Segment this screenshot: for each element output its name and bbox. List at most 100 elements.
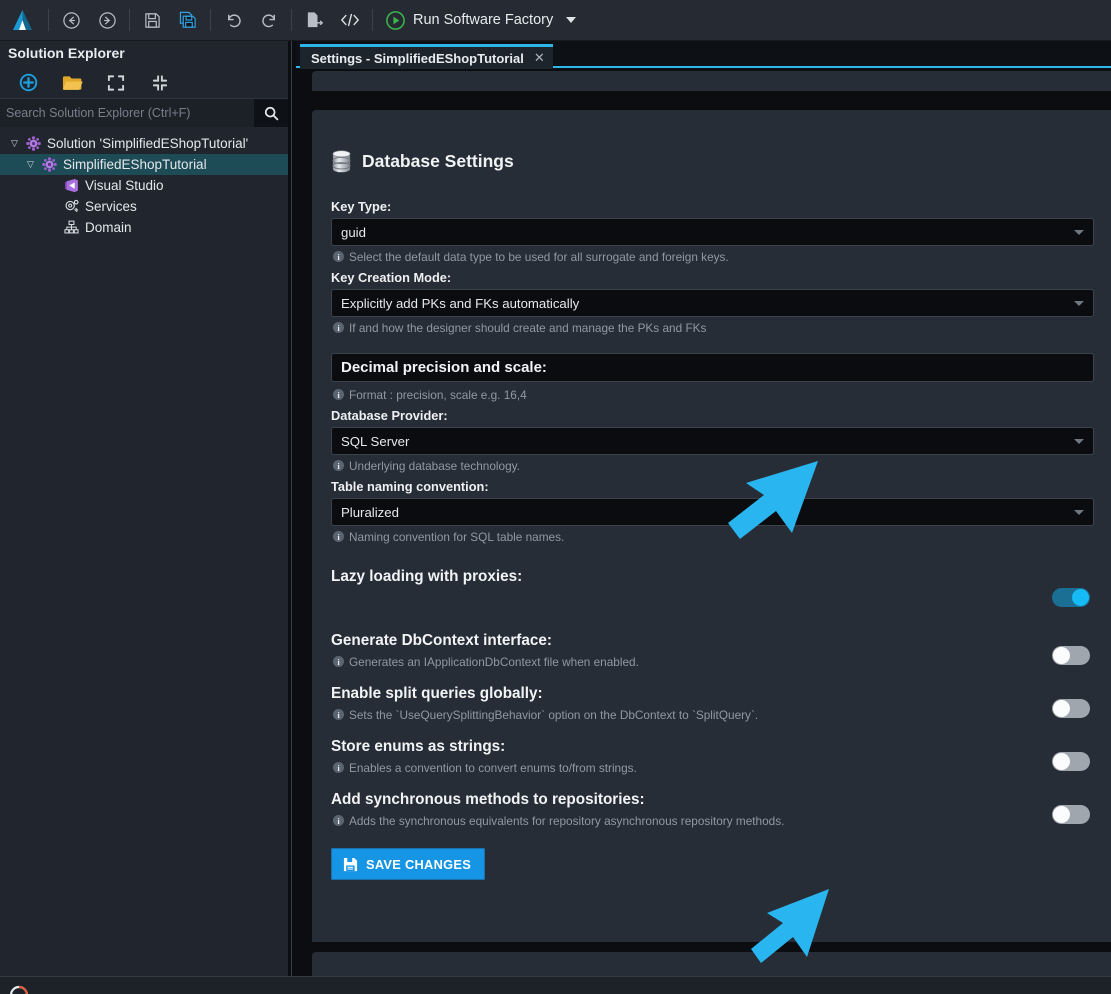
save-changes-label: SAVE CHANGES bbox=[366, 856, 472, 872]
solution-explorer-title: Solution Explorer bbox=[0, 41, 288, 67]
solution-explorer-search bbox=[0, 99, 288, 127]
open-folder-button[interactable] bbox=[50, 67, 94, 99]
switch-knob bbox=[1053, 700, 1070, 717]
key-creation-mode-select[interactable]: Explicitly add PKs and FKs automatically bbox=[331, 289, 1094, 317]
solution-explorer-toolbar bbox=[0, 67, 288, 99]
top-filler-strip bbox=[312, 71, 1111, 91]
toolbar-divider-1 bbox=[48, 9, 49, 31]
info-icon: i bbox=[333, 762, 344, 773]
key-type-select[interactable]: guid bbox=[331, 218, 1094, 246]
database-cylinder-icon bbox=[331, 150, 352, 173]
chevron-down-icon[interactable] bbox=[1074, 439, 1084, 444]
services-gear-icon bbox=[61, 199, 82, 214]
hint-text: Adds the synchronous equivalents for rep… bbox=[349, 814, 785, 828]
field-hint: i Select the default data type to be use… bbox=[333, 250, 1094, 264]
expand-all-button[interactable] bbox=[94, 67, 138, 99]
field-key-type: Key Type: guid i Select the default data… bbox=[331, 199, 1094, 264]
main-toolbar: Run Software Factory bbox=[0, 0, 1111, 41]
tab-settings[interactable]: Settings - SimplifiedEShopTutorial ✕ bbox=[300, 44, 553, 69]
field-hint: i Naming convention for SQL table names. bbox=[333, 530, 1094, 544]
field-key-creation-mode: Key Creation Mode: Explicitly add PKs an… bbox=[331, 270, 1094, 335]
code-brackets-icon[interactable] bbox=[332, 0, 368, 41]
editor-tab-bar: Settings - SimplifiedEShopTutorial ✕ bbox=[296, 41, 1111, 69]
tree-item-services[interactable]: Services bbox=[0, 196, 288, 217]
save-button[interactable] bbox=[134, 0, 170, 41]
search-icon[interactable] bbox=[254, 99, 288, 127]
info-icon: i bbox=[333, 322, 344, 333]
tree-item-project[interactable]: ▽ SimplifiedEShopTutorial bbox=[0, 154, 288, 175]
panel-splitter[interactable] bbox=[288, 41, 296, 976]
next-section-card bbox=[312, 952, 1111, 976]
database-provider-select[interactable]: SQL Server bbox=[331, 427, 1094, 455]
lazy-loading-with-proxies-switch[interactable] bbox=[1052, 588, 1090, 607]
settings-editor: Database Settings Key Type: guid i Selec… bbox=[296, 69, 1111, 976]
toolbar-divider-4 bbox=[291, 9, 292, 31]
tree-item-domain[interactable]: Domain bbox=[0, 217, 288, 238]
back-button[interactable] bbox=[53, 0, 89, 41]
save-all-button[interactable] bbox=[170, 0, 206, 41]
hint-text: Format : precision, scale e.g. 16,4 bbox=[349, 388, 527, 402]
enable-split-queries-globally-switch[interactable] bbox=[1052, 699, 1090, 718]
switch-knob bbox=[1072, 589, 1089, 606]
decimal-precision-input[interactable]: Decimal precision and scale: bbox=[331, 353, 1094, 382]
redo-button[interactable] bbox=[251, 0, 287, 41]
project-icon bbox=[39, 157, 60, 172]
tree-item-visual-studio[interactable]: Visual Studio bbox=[0, 175, 288, 196]
toolbar-divider-3 bbox=[210, 9, 211, 31]
toggle-add-synchronous-methods: Add synchronous methods to repositories:… bbox=[331, 791, 1094, 828]
app-logo-icon[interactable] bbox=[0, 8, 44, 33]
chevron-down-icon[interactable] bbox=[1074, 510, 1084, 515]
collapse-all-button[interactable] bbox=[138, 67, 182, 99]
store-enums-as-strings-switch[interactable] bbox=[1052, 752, 1090, 771]
tree-item-solution[interactable]: ▽ Solution 'SimplifiedEShopTutorial' bbox=[0, 133, 288, 154]
toggle-hint: i Generates an IApplicationDbContext fil… bbox=[333, 655, 1094, 669]
solution-explorer-panel: Solution Explorer Search Solution Explor… bbox=[0, 41, 288, 976]
undo-button[interactable] bbox=[215, 0, 251, 41]
hint-text: Underlying database technology. bbox=[349, 459, 520, 473]
search-input[interactable] bbox=[0, 99, 254, 127]
info-icon: i bbox=[333, 389, 344, 400]
tree-item-label: Visual Studio bbox=[85, 178, 164, 193]
chevron-down-icon[interactable] bbox=[1074, 301, 1084, 306]
forward-button[interactable] bbox=[89, 0, 125, 41]
add-synchronous-methods-switch[interactable] bbox=[1052, 805, 1090, 824]
table-naming-convention-select[interactable]: Pluralized bbox=[331, 498, 1094, 526]
toggle-hint: i Enables a convention to convert enums … bbox=[333, 761, 1094, 775]
run-software-factory-button[interactable]: Run Software Factory bbox=[377, 0, 582, 41]
solution-tree: ▽ Solution 'SimplifiedEShopTutorial' ▽ S… bbox=[0, 127, 288, 238]
save-changes-button[interactable]: SAVE CHANGES bbox=[331, 848, 486, 880]
toggle-store-enums-as-strings: Store enums as strings: i Enables a conv… bbox=[331, 738, 1094, 775]
field-hint: i If and how the designer should create … bbox=[333, 321, 1094, 335]
floppy-disk-icon bbox=[343, 857, 358, 872]
field-label: Key Creation Mode: bbox=[331, 270, 452, 285]
hint-text: Generates an IApplicationDbContext file … bbox=[349, 655, 639, 669]
panel-splitter-line bbox=[291, 41, 292, 976]
toggle-lazy-loading-with-proxies: Lazy loading with proxies: bbox=[331, 568, 1094, 616]
info-icon: i bbox=[333, 815, 344, 826]
toggle-label: Enable split queries globally: bbox=[331, 685, 543, 702]
status-bar bbox=[0, 976, 1111, 994]
toggle-enable-split-queries-globally: Enable split queries globally: i Sets th… bbox=[331, 685, 1094, 722]
twisty-icon[interactable]: ▽ bbox=[6, 138, 23, 149]
table-naming-convention-value: Pluralized bbox=[341, 504, 399, 520]
run-software-factory-label: Run Software Factory bbox=[413, 12, 554, 28]
play-circle-icon bbox=[385, 10, 406, 31]
close-x-icon[interactable]: ✕ bbox=[534, 50, 545, 66]
tree-item-label: Solution 'SimplifiedEShopTutorial' bbox=[47, 136, 249, 151]
generate-dbcontext-interface-switch[interactable] bbox=[1052, 646, 1090, 665]
section-header: Database Settings bbox=[331, 150, 1094, 173]
domain-hierarchy-icon bbox=[61, 220, 82, 235]
file-export-icon[interactable] bbox=[296, 0, 332, 41]
hint-text: If and how the designer should create an… bbox=[349, 321, 707, 335]
decimal-precision-value: Decimal precision and scale: bbox=[341, 359, 547, 376]
add-item-button[interactable] bbox=[6, 67, 50, 99]
switch-knob bbox=[1053, 753, 1070, 770]
field-label: Database Provider: bbox=[331, 408, 448, 423]
toggle-hint: i Adds the synchronous equivalents for r… bbox=[333, 814, 1094, 828]
taskbar-app-icon[interactable] bbox=[8, 984, 30, 994]
twisty-icon[interactable]: ▽ bbox=[22, 159, 39, 170]
field-hint: i Underlying database technology. bbox=[333, 459, 1094, 473]
chevron-down-icon[interactable] bbox=[566, 17, 577, 23]
chevron-down-icon[interactable] bbox=[1074, 230, 1084, 235]
toolbar-divider-5 bbox=[372, 9, 373, 31]
